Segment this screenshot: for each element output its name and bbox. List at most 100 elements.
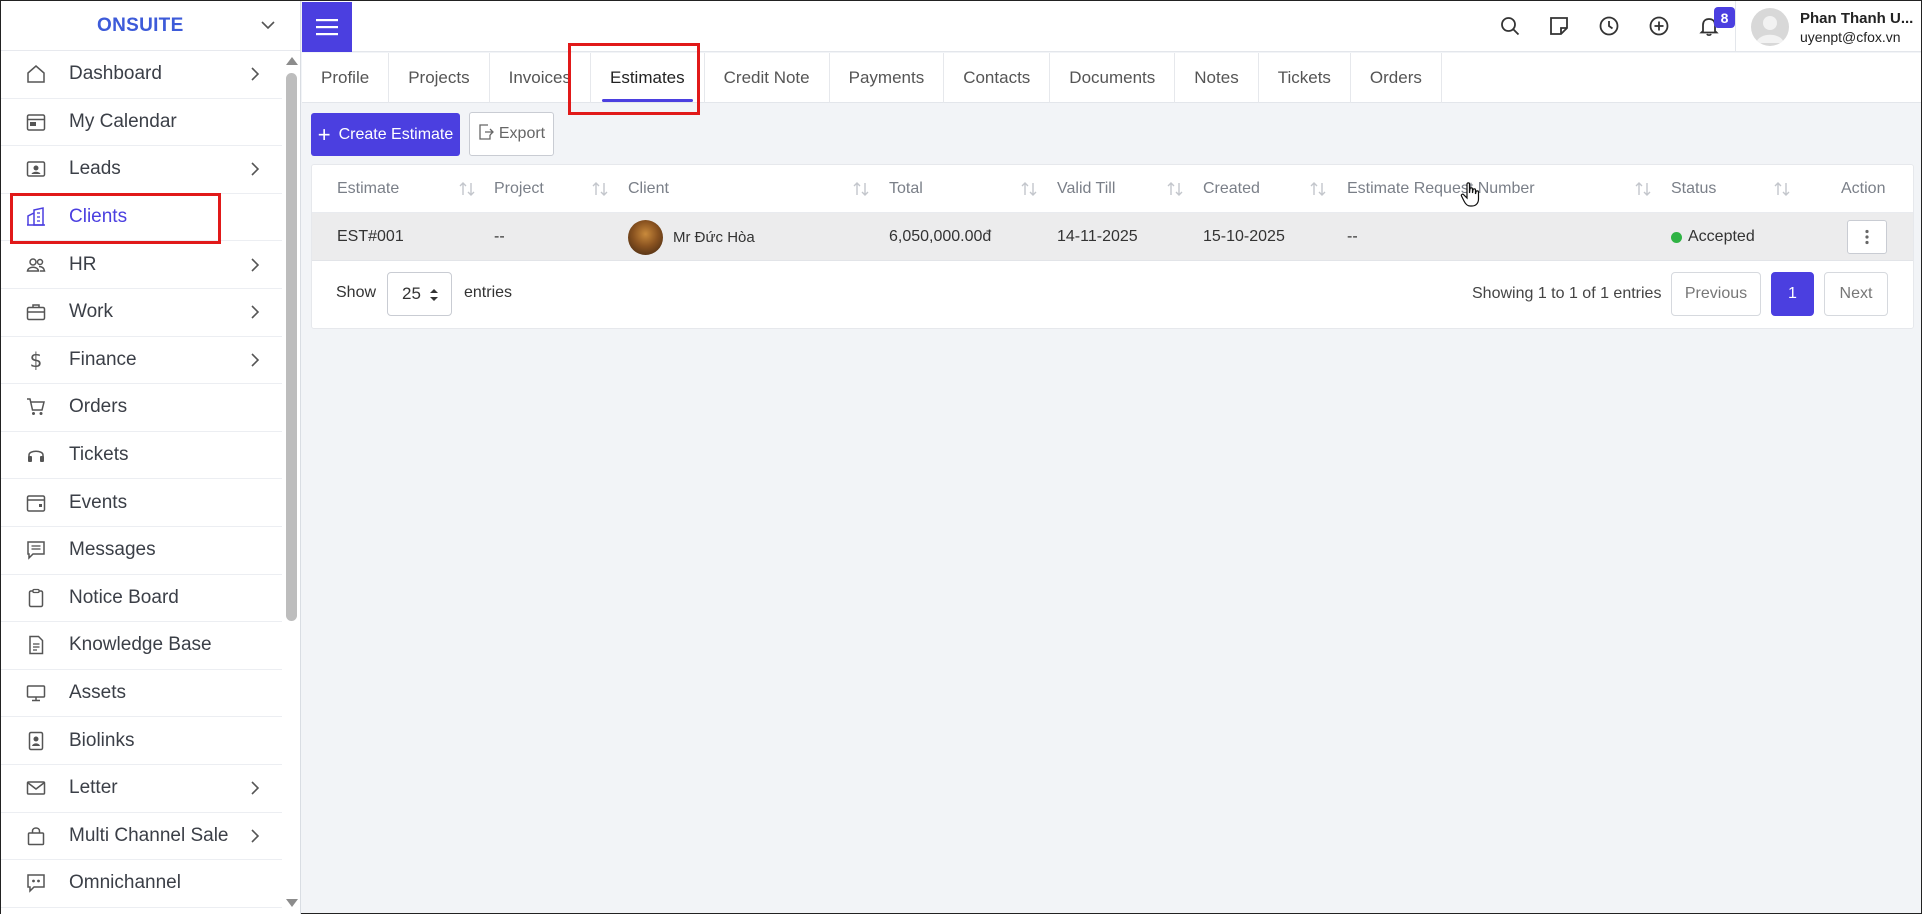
sidebar-item-work[interactable]: Work <box>1 289 282 337</box>
tab-invoices[interactable]: Invoices <box>490 53 591 103</box>
tab-projects[interactable]: Projects <box>389 53 490 103</box>
sort-icon[interactable] <box>1634 181 1652 197</box>
show-label: Show <box>336 284 377 301</box>
cell-client[interactable]: Mr Đức Hòa <box>628 213 755 261</box>
status-dot <box>1671 231 1682 243</box>
page-size-value: 25 <box>402 284 421 303</box>
sidebar-item-clients[interactable]: Clients <box>1 194 282 242</box>
sidebar-item-my-calendar[interactable]: My Calendar <box>1 99 282 147</box>
sidebar-item-omnichannel[interactable]: Omnichannel <box>1 860 282 908</box>
column-header-client[interactable]: Client <box>628 165 669 213</box>
user-email: uyenpt@cfox.vn <box>1800 29 1901 45</box>
sidebar-item-dashboard[interactable]: Dashboard <box>1 51 282 99</box>
cell-created: 15-10-2025 <box>1203 228 1285 245</box>
column-header-valid-till[interactable]: Valid Till <box>1057 165 1115 213</box>
tab-profile[interactable]: Profile <box>302 53 390 103</box>
status-badge: Accepted <box>1671 213 1755 261</box>
chevron-down-icon[interactable] <box>260 18 276 34</box>
export-button[interactable]: Export <box>469 112 554 156</box>
table-header: Estimate Project Client Total Valid Till… <box>312 165 1913 213</box>
avatar[interactable] <box>1751 8 1789 46</box>
pagination-summary: Showing 1 to 1 of 1 entries <box>1472 285 1662 302</box>
sidebar-item-leads[interactable]: Leads <box>1 146 282 194</box>
next-page-button[interactable]: Next <box>1824 272 1888 316</box>
sidebar-item-biolinks[interactable]: Biolinks <box>1 717 282 765</box>
column-header-status[interactable]: Status <box>1671 165 1716 213</box>
sidebar-item-label: Dashboard <box>69 63 162 85</box>
user-name[interactable]: Phan Thanh U... <box>1800 10 1913 27</box>
status-label: Accepted <box>1688 228 1755 245</box>
cart-icon <box>25 396 47 418</box>
sort-icon[interactable] <box>1773 181 1791 197</box>
entries-label: entries <box>464 284 513 301</box>
hamburger-menu-button[interactable] <box>302 2 352 52</box>
sidebar-item-messages[interactable]: Messages <box>1 527 282 575</box>
tab-payments[interactable]: Payments <box>830 53 945 103</box>
cell-request-number: -- <box>1347 228 1358 245</box>
client-name[interactable]: Mr Đức Hòa <box>673 229 755 246</box>
sticky-note-icon[interactable] <box>1547 14 1571 38</box>
sidebar-item-label: Omnichannel <box>69 872 181 894</box>
sort-icon[interactable] <box>852 181 870 197</box>
sidebar-item-label: Clients <box>69 206 128 228</box>
tab-tickets[interactable]: Tickets <box>1259 53 1351 103</box>
cell-valid-till: 14-11-2025 <box>1057 228 1138 245</box>
sidebar-item-hr[interactable]: HR <box>1 241 282 289</box>
tab-notes[interactable]: Notes <box>1175 53 1259 103</box>
column-header-estimate-request-number[interactable]: Estimate Request Number <box>1347 165 1535 213</box>
chat-quote-icon <box>25 872 47 894</box>
scroll-up-arrow[interactable] <box>286 57 298 65</box>
column-header-total[interactable]: Total <box>889 165 923 213</box>
page-1-button[interactable]: 1 <box>1771 272 1814 316</box>
create-estimate-button[interactable]: + Create Estimate <box>311 113 460 156</box>
envelope-icon <box>25 777 47 799</box>
scroll-down-arrow[interactable] <box>286 899 298 907</box>
scroll-thumb[interactable] <box>286 73 297 621</box>
sidebar-item-tickets[interactable]: Tickets <box>1 432 282 480</box>
column-header-created[interactable]: Created <box>1203 165 1260 213</box>
column-header-estimate[interactable]: Estimate <box>337 165 399 213</box>
column-header-action: Action <box>1841 180 1886 197</box>
tab-estimates[interactable]: Estimates <box>591 53 705 103</box>
sidebar-item-events[interactable]: Events <box>1 479 282 527</box>
cell-estimate[interactable]: EST#001 <box>337 213 404 261</box>
sidebar-item-label: Finance <box>69 348 137 370</box>
sidebar-scrollbar[interactable] <box>283 51 299 914</box>
sidebar-item-assets[interactable]: Assets <box>1 670 282 718</box>
page-size-select[interactable]: 25 <box>387 272 452 316</box>
sidebar-item-multi-channel-sale[interactable]: Multi Channel Sale <box>1 813 282 861</box>
sidebar-item-knowledge-base[interactable]: Knowledge Base <box>1 622 282 670</box>
table-row[interactable]: EST#001 -- Mr Đức Hòa 6,050,000.00đ 14-1… <box>312 213 1913 261</box>
headset-icon <box>25 444 47 466</box>
hand-cursor-icon <box>1460 182 1480 207</box>
sort-icon[interactable] <box>1166 181 1184 197</box>
column-header-project[interactable]: Project <box>494 165 544 213</box>
tab-credit-note[interactable]: Credit Note <box>705 53 830 103</box>
buildings-icon <box>25 206 47 228</box>
tab-contacts[interactable]: Contacts <box>944 53 1051 103</box>
previous-page-button[interactable]: Previous <box>1671 272 1761 316</box>
clock-icon[interactable] <box>1597 14 1621 38</box>
chevron-right-icon <box>250 66 262 82</box>
sort-icon[interactable] <box>1020 181 1038 197</box>
sidebar-item-notice-board[interactable]: Notice Board <box>1 575 282 623</box>
add-circle-icon[interactable] <box>1647 14 1671 38</box>
tab-orders[interactable]: Orders <box>1351 53 1442 103</box>
tab-documents[interactable]: Documents <box>1050 53 1176 103</box>
sort-icon[interactable] <box>458 181 476 197</box>
person-badge-icon <box>25 730 47 752</box>
row-actions-button[interactable] <box>1847 220 1887 254</box>
sort-icon[interactable] <box>1309 181 1327 197</box>
sort-icon[interactable] <box>591 181 609 197</box>
sidebar-item-finance[interactable]: $ Finance <box>1 337 282 385</box>
people-icon <box>25 254 47 276</box>
dollar-icon: $ <box>29 347 43 372</box>
sidebar-item-label: Letter <box>69 777 118 799</box>
sidebar-nav: Dashboard My Calendar Leads Clients HR W… <box>1 51 282 908</box>
sidebar-item-orders[interactable]: Orders <box>1 384 282 432</box>
cell-project: -- <box>494 228 505 245</box>
search-icon[interactable] <box>1498 14 1522 38</box>
chevron-right-icon <box>250 257 262 273</box>
topbar-divider <box>1735 1 1736 52</box>
sidebar-item-letter[interactable]: Letter <box>1 765 282 813</box>
